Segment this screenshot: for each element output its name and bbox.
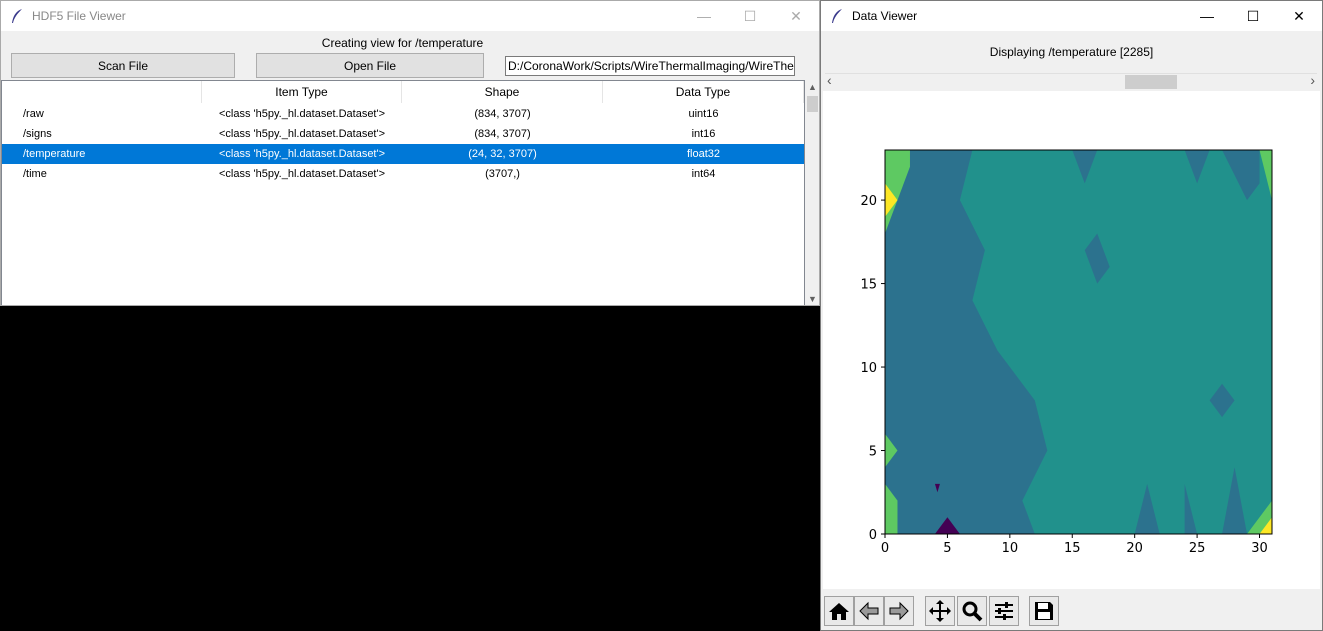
navigation-toolbar: [821, 591, 1322, 630]
y-tick-label: 20: [860, 194, 877, 209]
close-icon[interactable]: ✕: [773, 1, 819, 31]
y-tick-label: 10: [860, 361, 877, 376]
row-data-type: float32: [686, 148, 721, 160]
scroll-right-icon[interactable]: ›: [1310, 72, 1315, 88]
file-path-input[interactable]: D:/CoronaWork/Scripts/WireThermalImaging…: [505, 56, 795, 76]
row-shape: (24, 32, 3707): [468, 148, 537, 160]
table-row[interactable]: /signs <class 'h5py._hl.dataset.Dataset'…: [2, 124, 804, 144]
back-icon[interactable]: [854, 596, 884, 626]
x-tick-label: 10: [1002, 541, 1019, 556]
window-controls: — ☐ ✕: [681, 1, 819, 31]
plot-canvas[interactable]: 0 5 10 15 20 25 30 0 5 10 15 20: [823, 91, 1320, 589]
scan-file-button[interactable]: Scan File: [11, 53, 235, 78]
hdf5-file-viewer-window: HDF5 File Viewer — ☐ ✕ Creating view for…: [0, 0, 820, 306]
maximize-icon[interactable]: ☐: [727, 1, 773, 31]
save-icon[interactable]: [1029, 596, 1059, 626]
zoom-icon[interactable]: [957, 596, 987, 626]
window-controls: — ☐ ✕: [1184, 1, 1322, 31]
status-label: Creating view for /temperature: [321, 36, 484, 50]
data-viewer-window: Data Viewer — ☐ ✕ Displaying /temperatur…: [820, 0, 1323, 631]
y-tick-label: 0: [869, 528, 877, 543]
row-name: /raw: [23, 108, 44, 120]
row-item-type: <class 'h5py._hl.dataset.Dataset'>: [218, 108, 386, 120]
row-item-type: <class 'h5py._hl.dataset.Dataset'>: [218, 128, 386, 140]
frame-scrollbar[interactable]: ‹ ›: [825, 72, 1317, 89]
row-item-type: <class 'h5py._hl.dataset.Dataset'>: [218, 168, 386, 180]
dataset-treeview[interactable]: Item Type Shape Data Type /raw <class 'h…: [1, 80, 805, 305]
row-data-type: int64: [691, 168, 716, 180]
forward-icon[interactable]: [884, 596, 914, 626]
row-item-type: <class 'h5py._hl.dataset.Dataset'>: [218, 148, 386, 160]
close-icon[interactable]: ✕: [1276, 1, 1322, 31]
feather-icon: [832, 9, 842, 23]
table-row-selected[interactable]: /temperature <class 'h5py._hl.dataset.Da…: [2, 144, 804, 164]
row-shape: (834, 3707): [474, 108, 531, 120]
scroll-down-icon[interactable]: ▼: [808, 294, 817, 304]
x-tick-label: 30: [1251, 541, 1268, 556]
window-title: HDF5 File Viewer: [32, 9, 126, 23]
x-tick-label: 25: [1189, 541, 1206, 556]
column-header-item-type[interactable]: Item Type: [202, 81, 402, 103]
scroll-up-icon[interactable]: ▲: [808, 82, 817, 92]
scroll-thumb[interactable]: [1125, 75, 1177, 89]
minimize-icon[interactable]: —: [1184, 1, 1230, 31]
display-status-label: Displaying /temperature [2285]: [989, 45, 1154, 59]
x-tick-label: 20: [1126, 541, 1143, 556]
maximize-icon[interactable]: ☐: [1230, 1, 1276, 31]
row-name: /temperature: [23, 148, 86, 160]
x-tick-label: 15: [1064, 541, 1081, 556]
open-file-button[interactable]: Open File: [256, 53, 484, 78]
minimize-icon[interactable]: —: [681, 1, 727, 31]
tree-vertical-scrollbar[interactable]: ▲ ▼: [805, 80, 819, 305]
column-header-name[interactable]: [2, 81, 202, 103]
configure-icon[interactable]: [989, 596, 1019, 626]
row-data-type: int16: [691, 128, 716, 140]
y-tick-label: 5: [869, 445, 877, 460]
row-shape: (3707,): [485, 168, 520, 180]
table-row[interactable]: /raw <class 'h5py._hl.dataset.Dataset'> …: [2, 104, 804, 124]
x-tick-label: 0: [881, 541, 889, 556]
pan-icon[interactable]: [925, 596, 955, 626]
x-tick-label: 5: [943, 541, 951, 556]
row-name: /signs: [23, 128, 52, 140]
table-row[interactable]: /time <class 'h5py._hl.dataset.Dataset'>…: [2, 164, 804, 184]
column-header-shape[interactable]: Shape: [402, 81, 603, 103]
window-title: Data Viewer: [852, 9, 918, 23]
column-header-data-type[interactable]: Data Type: [603, 81, 804, 103]
y-tick-label: 15: [860, 278, 877, 293]
scroll-left-icon[interactable]: ‹: [827, 72, 832, 88]
home-icon[interactable]: [824, 596, 854, 626]
row-data-type: uint16: [688, 108, 719, 120]
feather-icon: [12, 9, 22, 23]
contour-plot: 0 5 10 15 20 25 30 0 5 10 15 20: [860, 149, 1273, 556]
row-name: /time: [23, 168, 47, 180]
row-shape: (834, 3707): [474, 128, 531, 140]
scroll-thumb[interactable]: [807, 96, 818, 112]
